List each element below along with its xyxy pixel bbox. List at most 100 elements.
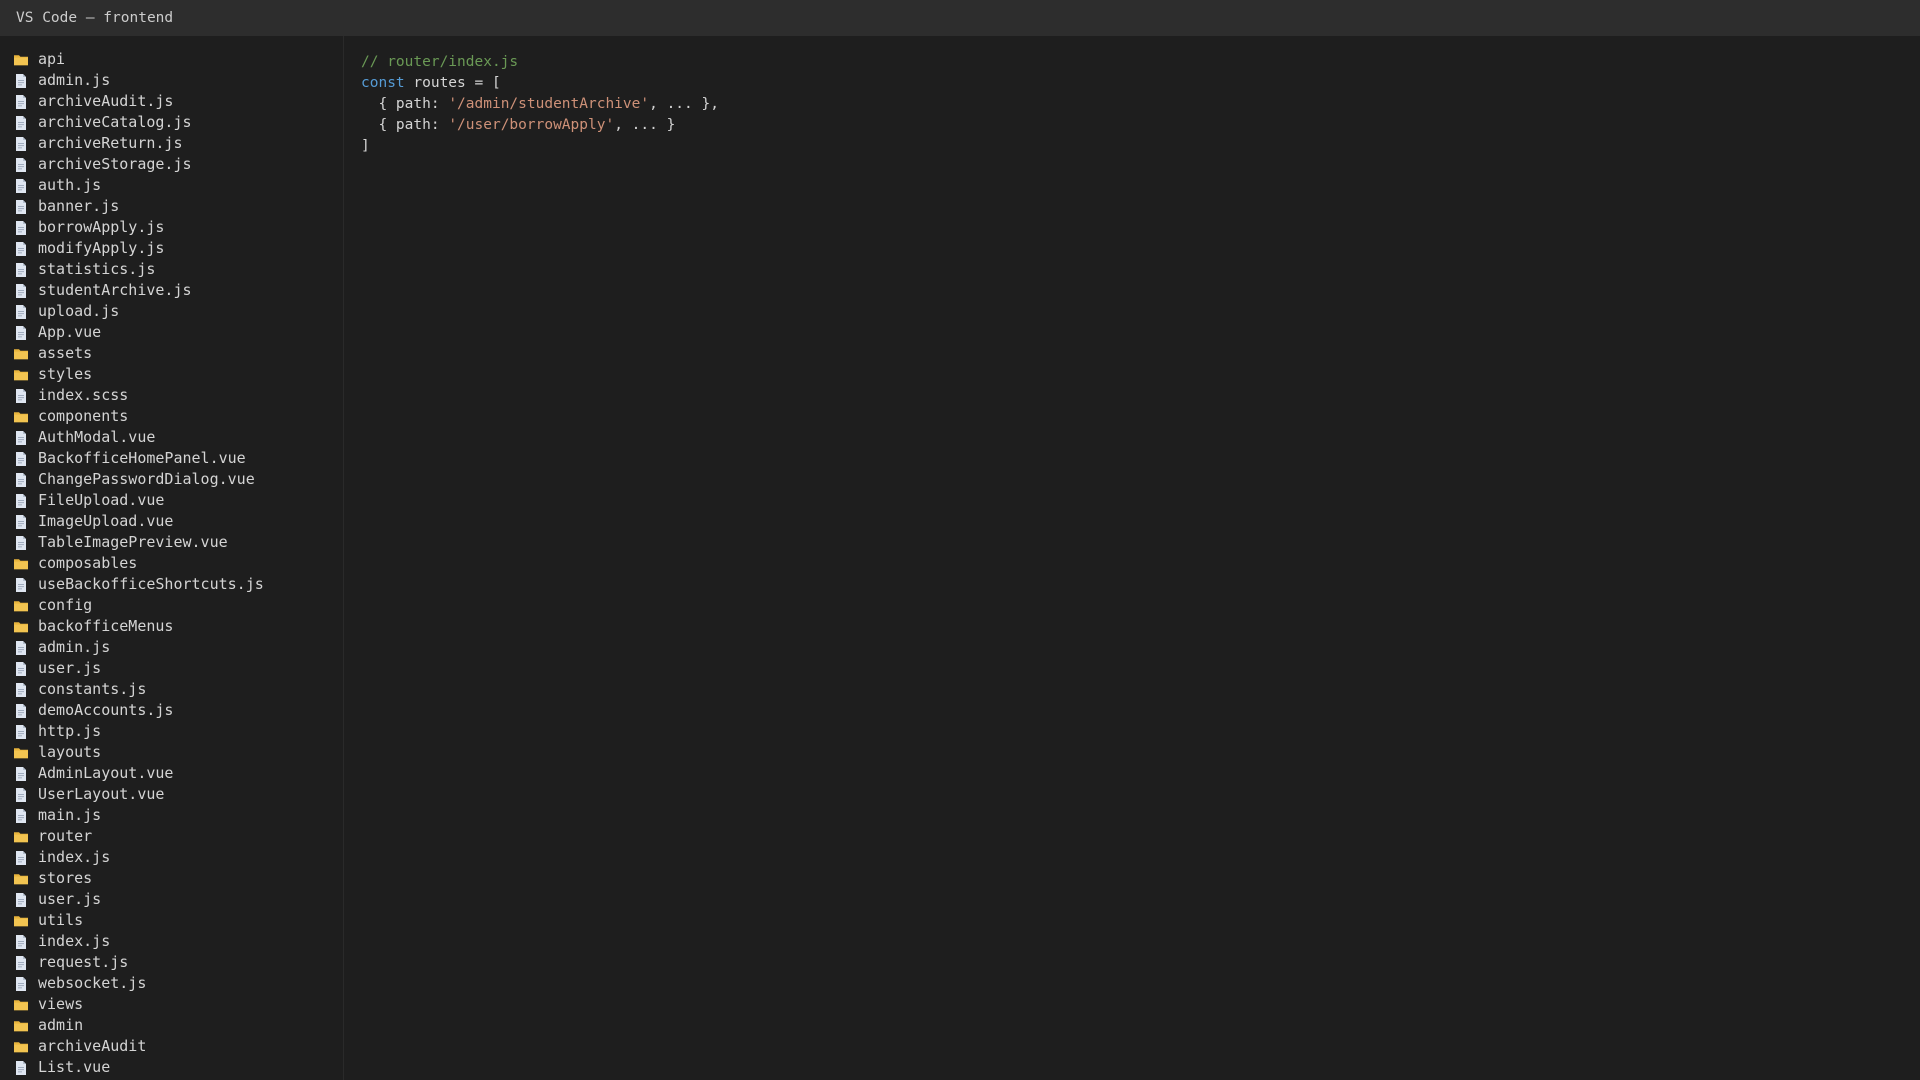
explorer-item-label: http.js [38,722,102,740]
explorer-item-label: UserLayout.vue [38,785,165,803]
explorer-item-label: utils [38,911,84,929]
explorer-file[interactable]: request.js [0,952,343,973]
explorer-file[interactable]: banner.js [0,196,343,217]
file-icon [13,430,29,446]
code-line[interactable]: { path: '/admin/studentArchive', ... }, [361,94,1920,115]
explorer-file[interactable]: index.js [0,847,343,868]
explorer-item-label: layouts [38,743,102,761]
explorer-file[interactable]: demoAccounts.js [0,700,343,721]
explorer-item-label: ChangePasswordDialog.vue [38,470,255,488]
explorer-folder[interactable]: assets [0,343,343,364]
explorer-folder[interactable]: api [0,49,343,70]
folder-icon [13,52,29,68]
explorer-item-label: stores [38,869,93,887]
explorer-folder[interactable]: composables [0,553,343,574]
explorer-file[interactable]: modifyApply.js [0,238,343,259]
file-icon [13,241,29,257]
explorer-file[interactable]: archiveStorage.js [0,154,343,175]
explorer-item-label: index.js [38,848,111,866]
explorer-folder[interactable]: archiveAudit [0,1036,343,1057]
explorer-item-label: archiveAudit [38,1037,147,1055]
explorer-item-label: websocket.js [38,974,147,992]
explorer-file[interactable]: user.js [0,658,343,679]
explorer-item-label: ImageUpload.vue [38,512,174,530]
explorer-file[interactable]: UserLayout.vue [0,784,343,805]
explorer-file[interactable]: AuthModal.vue [0,427,343,448]
explorer-item-label: demoAccounts.js [38,701,174,719]
file-icon [13,388,29,404]
file-icon [13,220,29,236]
file-icon [13,199,29,215]
explorer-item-label: admin [38,1016,84,1034]
explorer-file[interactable]: statistics.js [0,259,343,280]
folder-icon [13,997,29,1013]
explorer-file[interactable]: studentArchive.js [0,280,343,301]
explorer-file[interactable]: admin.js [0,70,343,91]
explorer-file[interactable]: FileUpload.vue [0,490,343,511]
explorer-item-label: archiveReturn.js [38,134,183,152]
file-icon [13,808,29,824]
explorer-item-label: components [38,407,129,425]
folder-icon [13,619,29,635]
explorer-file[interactable]: auth.js [0,175,343,196]
file-icon [13,850,29,866]
explorer-item-label: FileUpload.vue [38,491,165,509]
explorer-item-label: studentArchive.js [38,281,192,299]
explorer-folder[interactable]: utils [0,910,343,931]
explorer-file[interactable]: index.js [0,931,343,952]
file-icon [13,136,29,152]
explorer-folder[interactable]: components [0,406,343,427]
explorer-file[interactable]: archiveReturn.js [0,133,343,154]
explorer-folder[interactable]: views [0,994,343,1015]
explorer-file[interactable]: user.js [0,889,343,910]
code-line[interactable]: const routes = [ [361,73,1920,94]
explorer-item-label: constants.js [38,680,147,698]
explorer-file[interactable]: archiveCatalog.js [0,112,343,133]
file-icon [13,262,29,278]
explorer-folder[interactable]: router [0,826,343,847]
explorer-item-label: user.js [38,659,102,677]
explorer-file[interactable]: websocket.js [0,973,343,994]
explorer-file[interactable]: borrowApply.js [0,217,343,238]
explorer-file[interactable]: index.scss [0,385,343,406]
explorer-file[interactable]: http.js [0,721,343,742]
explorer-item-label: views [38,995,84,1013]
explorer-file[interactable]: constants.js [0,679,343,700]
explorer-file[interactable]: archiveAudit.js [0,91,343,112]
explorer-folder[interactable]: stores [0,868,343,889]
explorer-folder[interactable]: backofficeMenus [0,616,343,637]
explorer-file[interactable]: App.vue [0,322,343,343]
explorer-folder[interactable]: config [0,595,343,616]
file-icon [13,1060,29,1076]
explorer-file[interactable]: upload.js [0,301,343,322]
file-icon [13,472,29,488]
explorer-file[interactable]: main.js [0,805,343,826]
explorer-folder[interactable]: layouts [0,742,343,763]
code-token-plain: { path: [361,117,449,133]
folder-icon [13,556,29,572]
explorer-item-label: index.js [38,932,111,950]
file-explorer: api admin.js archiveAudit.js archiveCatalog… [0,36,344,1080]
folder-icon [13,913,29,929]
explorer-folder[interactable]: admin [0,1015,343,1036]
file-icon [13,283,29,299]
explorer-file[interactable]: TableImagePreview.vue [0,532,343,553]
explorer-folder[interactable]: styles [0,364,343,385]
explorer-file[interactable]: useBackofficeShortcuts.js [0,574,343,595]
code-editor[interactable]: // router/index.js const routes = [ { pat… [345,36,1920,1080]
file-icon [13,640,29,656]
explorer-file[interactable]: ImageUpload.vue [0,511,343,532]
file-icon [13,451,29,467]
explorer-file[interactable]: ChangePasswordDialog.vue [0,469,343,490]
explorer-file[interactable]: AdminLayout.vue [0,763,343,784]
code-line[interactable]: { path: '/user/borrowApply', ... } [361,115,1920,136]
explorer-file[interactable]: List.vue [0,1057,343,1078]
code-token-plain: { path: [361,96,449,112]
explorer-item-label: main.js [38,806,102,824]
code-line[interactable]: // router/index.js [361,52,1920,73]
folder-icon [13,598,29,614]
code-line[interactable]: ] [361,136,1920,157]
explorer-item-label: TableImagePreview.vue [38,533,228,551]
explorer-file[interactable]: BackofficeHomePanel.vue [0,448,343,469]
explorer-file[interactable]: admin.js [0,637,343,658]
